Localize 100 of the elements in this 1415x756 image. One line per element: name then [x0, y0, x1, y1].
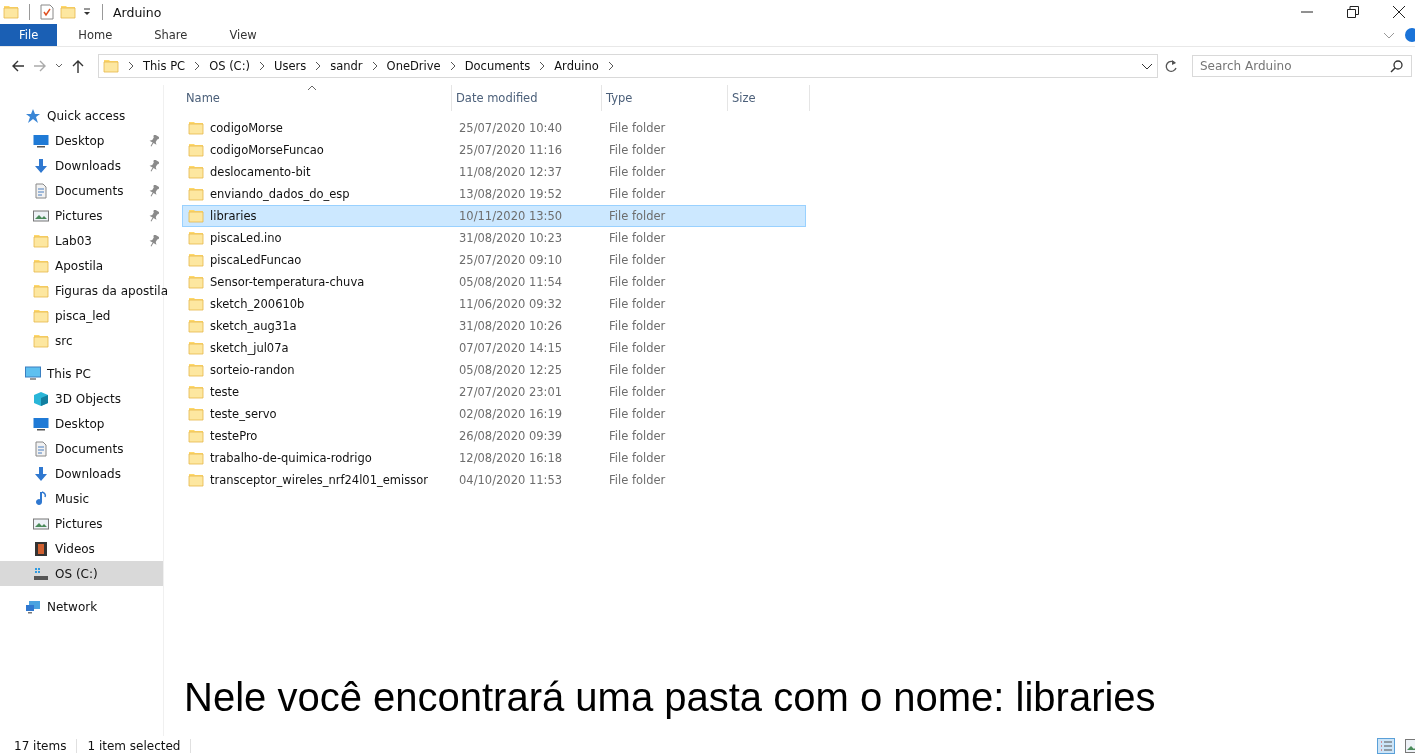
column-header[interactable]: Size — [728, 85, 810, 111]
breadcrumb-link[interactable]: OS (C:) — [209, 59, 250, 73]
nav-item[interactable]: Apostila — [0, 253, 163, 278]
nav-item[interactable]: Pictures — [0, 511, 163, 536]
file-name: Sensor-temperatura-chuva — [210, 275, 365, 289]
search-icon[interactable] — [1390, 59, 1404, 73]
breadcrumb-link[interactable]: Documents — [464, 59, 531, 73]
file-row[interactable]: sketch_200610b 11/06/2020 09:32 File folder — [182, 293, 806, 315]
file-row[interactable]: piscaLedFuncao 25/07/2020 09:10 File folder — [182, 249, 806, 271]
ribbon-tab[interactable]: File — [0, 24, 58, 46]
file-row[interactable]: sorteio-randon 05/08/2020 12:25 File folder — [182, 359, 806, 381]
type-text: File folder — [609, 275, 666, 289]
file-name: sketch_200610b — [210, 297, 305, 311]
breadcrumb-link[interactable]: sandr — [330, 59, 363, 73]
date-text: 31/08/2020 10:26 — [459, 319, 563, 333]
chevron-right-icon — [258, 61, 266, 71]
date-text: 10/11/2020 13:50 — [459, 209, 563, 223]
date-text: 13/08/2020 19:52 — [459, 187, 563, 201]
type-text: File folder — [609, 143, 666, 157]
chevron-right-icon — [448, 61, 457, 71]
nav-item[interactable]: Documents — [0, 436, 163, 461]
drive-icon — [33, 565, 49, 582]
file-row[interactable]: trabalho-de-quimica-rodrigo 12/08/2020 16:18 File folder — [182, 447, 806, 469]
chevron-right-icon — [606, 61, 615, 71]
restore-icon[interactable] — [1347, 6, 1359, 18]
file-name: codigoMorse — [210, 121, 283, 135]
file-name: deslocamento-bit — [210, 165, 311, 179]
ribbon-tab[interactable]: Share — [133, 24, 209, 46]
help-icon[interactable] — [1405, 28, 1415, 42]
date-text: 27/07/2020 23:01 — [459, 385, 563, 399]
nav-item[interactable]: pisca_led — [0, 303, 163, 328]
chevron-right-icon — [370, 61, 379, 71]
refresh-icon[interactable] — [1164, 59, 1178, 73]
breadcrumb-link[interactable]: OneDrive — [386, 59, 441, 73]
file-row[interactable]: testePro 26/08/2020 09:39 File folder — [182, 425, 806, 447]
date-text: 12/08/2020 16:18 — [459, 451, 563, 465]
date-text: 05/08/2020 12:25 — [459, 363, 563, 377]
file-row[interactable]: teste 27/07/2020 23:01 File folder — [182, 381, 806, 403]
file-row[interactable]: Sensor-temperatura-chuva 05/08/2020 11:54 File folder — [182, 271, 806, 293]
file-row[interactable]: deslocamento-bit 11/08/2020 12:37 File folder — [182, 161, 806, 183]
nav-item[interactable]: Desktop — [0, 411, 163, 436]
ribbon-tab[interactable]: View — [208, 24, 278, 46]
type-text: File folder — [609, 363, 666, 377]
file-row[interactable]: codigoMorse 25/07/2020 10:40 File folder — [182, 117, 806, 139]
folder-icon — [188, 428, 204, 444]
nav-item[interactable]: Network — [0, 594, 163, 619]
file-row[interactable]: codigoMorseFuncao 25/07/2020 11:16 File folder — [182, 139, 806, 161]
file-name: trabalho-de-quimica-rodrigo — [210, 451, 372, 465]
folder-icon — [33, 257, 49, 274]
nav-item[interactable]: src — [0, 328, 163, 353]
nav-item[interactable]: Downloads — [0, 461, 163, 486]
folder-icon — [188, 340, 204, 356]
date-text: 07/07/2020 14:15 — [459, 341, 563, 355]
file-row[interactable]: transceptor_wireles_nrf24l01_emissor 04/10/2020 11:53 File folder — [182, 469, 806, 491]
column-header[interactable]: Name — [182, 85, 452, 111]
folder-icon — [188, 450, 204, 466]
ribbon-tab[interactable]: Home — [57, 24, 134, 46]
file-row[interactable]: piscaLed.ino 31/08/2020 10:23 File folder — [182, 227, 806, 249]
document-icon — [33, 182, 49, 199]
column-header[interactable]: Type — [602, 85, 728, 111]
nav-item[interactable]: Desktop — [0, 128, 163, 153]
nav-item[interactable]: Videos — [0, 536, 163, 561]
folder-icon — [3, 4, 19, 20]
date-text: 04/10/2020 11:53 — [459, 473, 563, 487]
file-row[interactable]: libraries 10/11/2020 13:50 File folder — [182, 205, 806, 227]
breadcrumb-link[interactable]: This PC — [143, 59, 186, 73]
file-row[interactable]: sketch_aug31a 31/08/2020 10:26 File folder — [182, 315, 806, 337]
nav-item[interactable]: This PC — [0, 361, 163, 386]
back-arrow-icon[interactable] — [10, 58, 26, 74]
nav-item[interactable]: Music — [0, 486, 163, 511]
nav-item[interactable]: OS (C:) — [0, 561, 163, 586]
file-name: enviando_dados_do_esp — [210, 187, 350, 201]
up-arrow-icon[interactable] — [70, 58, 86, 74]
address-bar[interactable]: This PC OS (C:) Users sandr OneDrive Documents Arduino — [98, 54, 1158, 78]
nav-item[interactable]: 3D Objects — [0, 386, 163, 411]
nav-item[interactable]: Pictures — [0, 203, 163, 228]
file-row[interactable]: enviando_dados_do_esp 13/08/2020 19:52 File folder — [182, 183, 806, 205]
picture-icon — [33, 515, 49, 532]
column-header[interactable]: Date modified — [452, 85, 602, 111]
nav-item[interactable]: Quick access — [0, 103, 163, 128]
folder-icon — [103, 58, 119, 74]
folder-icon — [188, 230, 204, 246]
folder-icon — [188, 274, 204, 290]
file-name: piscaLed.ino — [210, 231, 282, 245]
file-name: transceptor_wireles_nrf24l01_emissor — [210, 473, 428, 487]
computer-icon — [25, 365, 41, 382]
file-row[interactable]: teste_servo 02/08/2020 16:19 File folder — [182, 403, 806, 425]
breadcrumb-link[interactable]: Arduino — [554, 59, 599, 73]
chevron-right-icon — [314, 61, 323, 71]
close-icon[interactable] — [1393, 6, 1405, 18]
file-row[interactable]: sketch_jul07a 07/07/2020 14:15 File folder — [182, 337, 806, 359]
nav-item[interactable]: Lab03 — [0, 228, 163, 253]
search-field[interactable]: Search Arduino — [1192, 55, 1412, 77]
checklist-icon[interactable] — [40, 4, 54, 20]
folder-icon — [188, 208, 204, 224]
document-icon — [33, 440, 49, 457]
nav-item[interactable]: Documents — [0, 178, 163, 203]
folder-icon — [188, 406, 204, 422]
nav-item[interactable]: Downloads — [0, 153, 163, 178]
breadcrumb-link[interactable]: Users — [274, 59, 307, 73]
